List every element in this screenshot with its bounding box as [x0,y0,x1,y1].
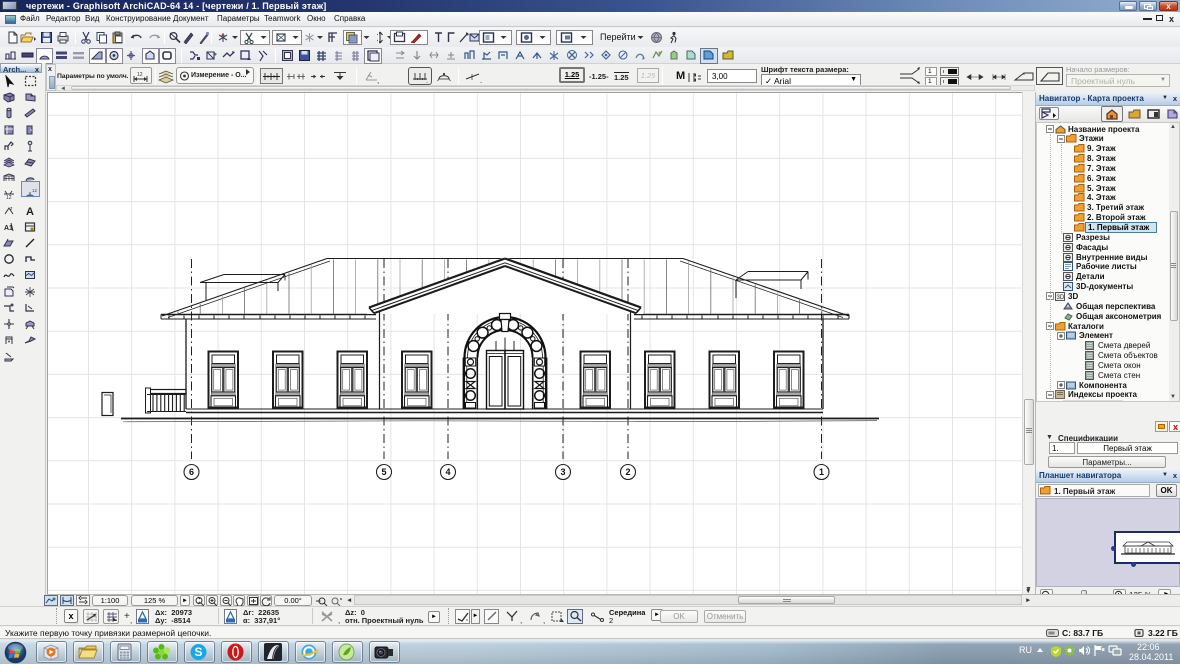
svg-text:12: 12 [137,72,143,78]
svg-text:1: 1 [819,467,824,477]
svg-text:2: 2 [625,467,630,477]
svg-text:5: 5 [381,467,386,477]
svg-text:4: 4 [445,467,450,477]
svg-text:3D: 3D [1057,295,1065,301]
svg-text:,: , [426,78,428,83]
svg-text:A: A [26,206,34,218]
svg-text:S: S [194,645,202,659]
svg-text:3: 3 [560,467,565,477]
svg-text:6: 6 [189,467,194,477]
svg-text:12: 12 [6,195,12,201]
svg-text:z: z [10,206,13,212]
svg-text:,: , [377,76,379,84]
svg-text:,: , [480,76,482,83]
